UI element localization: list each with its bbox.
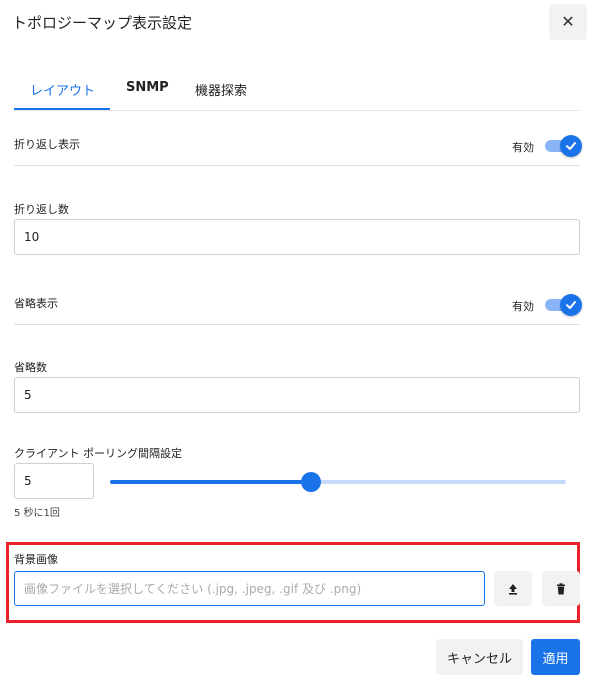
slider-handle[interactable] xyxy=(300,472,321,492)
slider-fill xyxy=(110,480,311,484)
trash-icon xyxy=(557,582,565,594)
tab-device-discovery[interactable]: 機器探索 xyxy=(195,80,247,99)
active-tab-indicator xyxy=(14,108,110,110)
abbrev-count-label: 省略数 xyxy=(14,361,47,374)
delete-button[interactable] xyxy=(542,571,580,606)
tab-layout[interactable]: レイアウト xyxy=(30,80,95,99)
background-image-input[interactable]: 画像ファイルを選択してください (.jpg, .jpeg, .gif 及び .p… xyxy=(14,571,485,606)
close-icon: ✕ xyxy=(561,12,575,31)
wrap-display-label: 折り返し表示 xyxy=(14,138,80,151)
check-icon xyxy=(566,142,576,150)
dialog-title: トポロジーマップ表示設定 xyxy=(12,14,193,32)
abbrev-count-input[interactable]: 5 xyxy=(14,377,580,413)
cancel-button[interactable]: キャンセル xyxy=(436,639,523,675)
close-button[interactable]: ✕ xyxy=(549,4,587,40)
tabs-divider xyxy=(14,110,580,111)
polling-interval-label: クライアント ポーリング間隔設定 xyxy=(14,447,183,460)
wrap-display-divider xyxy=(14,165,580,166)
upload-button[interactable] xyxy=(494,571,532,606)
wrap-count-label: 折り返し数 xyxy=(14,203,69,216)
polling-interval-input[interactable]: 5 xyxy=(14,463,94,499)
tab-snmp[interactable]: SNMP xyxy=(126,80,169,95)
check-icon xyxy=(566,301,576,309)
wrap-display-toggle-label: 有効 xyxy=(512,141,534,154)
wrap-display-toggle[interactable] xyxy=(543,135,582,157)
abbrev-display-toggle[interactable] xyxy=(543,294,582,316)
abbrev-display-divider xyxy=(14,324,580,325)
abbrev-display-toggle-label: 有効 xyxy=(512,300,534,313)
polling-interval-hint: 5 秒に1回 xyxy=(14,508,60,519)
polling-interval-slider[interactable] xyxy=(110,472,566,492)
wrap-count-input[interactable]: 10 xyxy=(14,219,580,255)
background-image-label: 背景画像 xyxy=(14,553,58,566)
abbrev-display-label: 省略表示 xyxy=(14,297,58,310)
upload-icon xyxy=(509,583,517,595)
apply-button[interactable]: 適用 xyxy=(531,639,580,675)
